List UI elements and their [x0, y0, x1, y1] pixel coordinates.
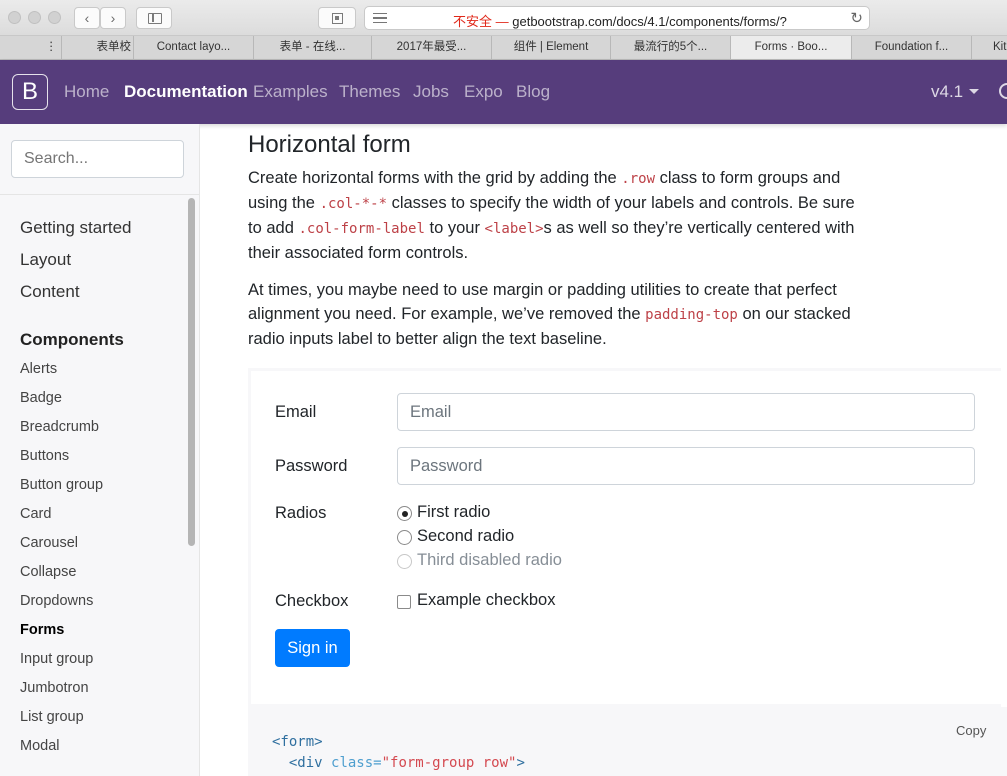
radios-label: Radios	[275, 504, 327, 522]
sidebar-item-content[interactable]: Content	[20, 282, 80, 302]
sidebar-item-alerts[interactable]: Alerts	[20, 361, 57, 377]
window-minimize-button[interactable]	[28, 11, 41, 24]
nav-link-blog[interactable]: Blog	[516, 82, 550, 102]
address-bar[interactable]: 不安全 — getbootstrap.com/docs/4.1/componen…	[364, 6, 870, 30]
tab[interactable]: 2017年最受...	[372, 36, 492, 59]
password-field[interactable]: Password	[397, 447, 975, 485]
sign-in-button[interactable]: Sign in	[275, 629, 350, 667]
radio-disabled-icon	[397, 554, 412, 569]
sidebar-scrollbar[interactable]	[185, 196, 197, 776]
sidebar-item-layout[interactable]: Layout	[20, 250, 71, 270]
radio-checked-icon[interactable]	[397, 506, 412, 521]
code-line: <form>	[272, 734, 323, 750]
tab[interactable]: 组件 | Element	[492, 36, 611, 59]
tab[interactable]: 最流行的5个...	[611, 36, 731, 59]
sidebar-item-button-group[interactable]: Button group	[20, 477, 103, 493]
nav-link-expo[interactable]: Expo	[464, 82, 503, 102]
tab[interactable]: Foundation f...	[852, 36, 972, 59]
password-label: Password	[275, 457, 348, 475]
window-close-button[interactable]	[8, 11, 21, 24]
chevron-right-icon: ›	[110, 10, 116, 26]
back-button[interactable]: ‹	[74, 7, 100, 29]
code-line: <div class="form-group row">	[272, 755, 525, 771]
sidebar-item-carousel[interactable]: Carousel	[20, 535, 78, 551]
tab-overflow[interactable]: ⋮	[0, 36, 62, 59]
show-sidebar-button[interactable]	[136, 7, 172, 29]
sidebar-item-collapse[interactable]: Collapse	[20, 564, 76, 580]
url-text: 不安全 — getbootstrap.com/docs/4.1/componen…	[453, 11, 787, 30]
site-navbar: B Home Documentation Examples Themes Job…	[0, 60, 1007, 124]
url-path: /docs/4.1/components/forms/?	[612, 14, 787, 29]
sidebar-item-input-group[interactable]: Input group	[20, 651, 93, 667]
section-title: Horizontal form	[248, 131, 411, 158]
sidebar-item-getting-started[interactable]: Getting started	[20, 218, 132, 238]
url-domain: getbootstrap.com	[512, 14, 613, 29]
sidebar-divider	[0, 194, 199, 195]
reload-icon[interactable]: ↻	[850, 9, 863, 27]
tab[interactable]: Contact layo...	[134, 36, 254, 59]
tab-active[interactable]: Forms · Boo...	[731, 36, 852, 59]
example-form: Email Email Password Password Radios Fir…	[248, 368, 1001, 707]
chevron-left-icon: ‹	[84, 10, 90, 26]
page-menu-icon[interactable]	[373, 13, 387, 23]
sidebar-item-card[interactable]: Card	[20, 506, 51, 522]
code-snippet: Copy <form> <div class="form-group row">	[248, 707, 1007, 776]
scrollbar-thumb[interactable]	[188, 198, 195, 546]
reader-button[interactable]	[318, 7, 356, 29]
checkbox-label: Checkbox	[275, 592, 349, 610]
sidebar-icon	[148, 13, 162, 24]
nav-link-examples[interactable]: Examples	[253, 82, 328, 102]
email-field[interactable]: Email	[397, 393, 975, 431]
nav-link-jobs[interactable]: Jobs	[413, 82, 449, 102]
docs-sidebar: Getting started Layout Content Component…	[0, 124, 200, 776]
sidebar-item-dropdowns[interactable]: Dropdowns	[20, 593, 93, 609]
tab[interactable]: 表单 - 在线...	[254, 36, 372, 59]
browser-toolbar: ‹ › 不安全 — getbootstrap.com/docs/4.1/comp…	[0, 0, 1007, 36]
nav-link-documentation[interactable]: Documentation	[124, 82, 248, 102]
caret-down-icon	[969, 89, 980, 94]
tab[interactable]: Kit	[972, 36, 1007, 59]
radio-icon[interactable]	[397, 530, 412, 545]
email-label: Email	[275, 403, 317, 421]
copy-button[interactable]: Copy	[956, 723, 986, 738]
window-zoom-button[interactable]	[48, 11, 61, 24]
sidebar-item-modal[interactable]: Modal	[20, 738, 60, 754]
sidebar-heading-components[interactable]: Components	[20, 330, 124, 350]
sidebar-item-breadcrumb[interactable]: Breadcrumb	[20, 419, 99, 435]
sidebar-item-buttons[interactable]: Buttons	[20, 448, 69, 464]
sidebar-item-badge[interactable]: Badge	[20, 390, 62, 406]
sidebar-item-jumbotron[interactable]: Jumbotron	[20, 680, 89, 696]
sidebar-item-list-group[interactable]: List group	[20, 709, 84, 725]
reader-icon	[332, 13, 343, 24]
main-content: Horizontal form Create horizontal forms …	[248, 124, 1007, 776]
bootstrap-logo[interactable]: B	[12, 74, 48, 110]
checkbox-icon[interactable]	[397, 595, 411, 609]
margin-paragraph: At times, you maybe need to use margin o…	[248, 281, 851, 348]
version-dropdown[interactable]: v4.1	[931, 82, 980, 102]
search-icon[interactable]	[999, 83, 1007, 99]
forward-button[interactable]: ›	[100, 7, 126, 29]
intro-paragraph: Create horizontal forms with the grid by…	[248, 169, 855, 262]
search-input[interactable]	[11, 140, 184, 178]
nav-link-home[interactable]: Home	[64, 82, 109, 102]
insecure-label: 不安全 —	[453, 14, 509, 29]
tab[interactable]: 表单校	[62, 36, 134, 59]
tab-bar: ⋮ 表单校 Contact layo... 表单 - 在线... 2017年最受…	[0, 36, 1007, 60]
sidebar-item-forms[interactable]: Forms	[20, 622, 64, 638]
nav-link-themes[interactable]: Themes	[339, 82, 400, 102]
